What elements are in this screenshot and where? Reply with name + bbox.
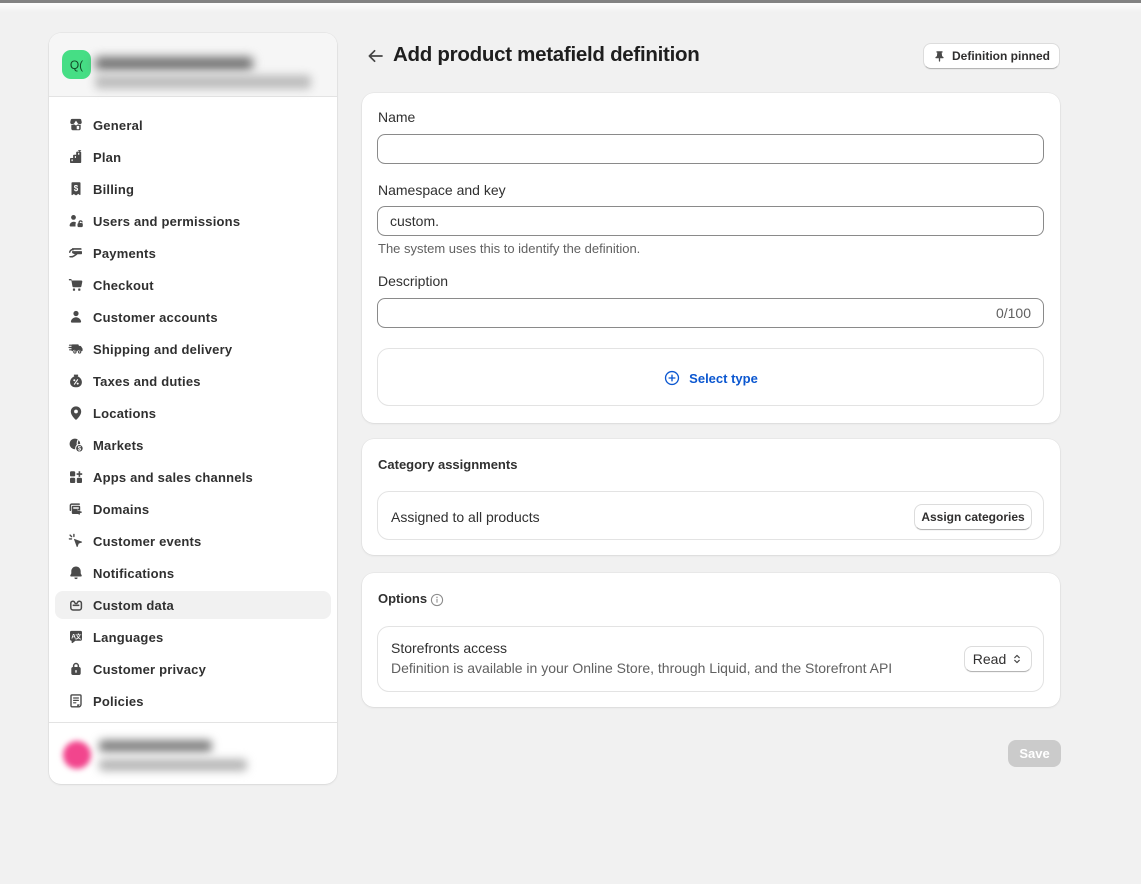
svg-text:文: 文 <box>74 633 82 641</box>
svg-text:$: $ <box>74 184 79 193</box>
